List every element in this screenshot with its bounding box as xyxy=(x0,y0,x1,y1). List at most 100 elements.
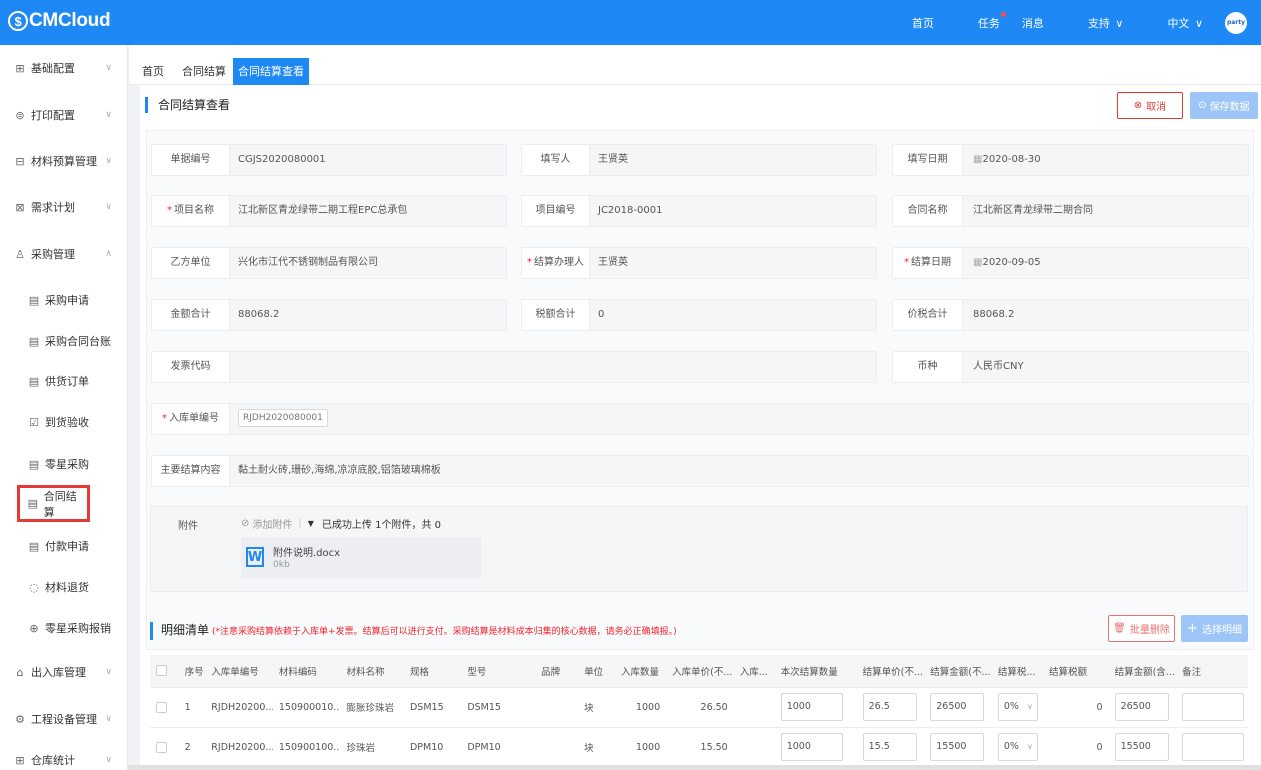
project-no-field[interactable]: 项目编号 JC2018-0001 xyxy=(521,195,877,227)
amount-total-field[interactable]: 金额合计 88068.2 xyxy=(151,299,507,331)
select-detail-button[interactable]: + 选择明细 xyxy=(1181,615,1248,642)
sidebar-item[interactable]: ⊞ 基础配置 ∨ xyxy=(0,53,128,83)
column-header[interactable]: 结算税... xyxy=(991,655,1044,688)
column-header[interactable]: 结算金额(含... xyxy=(1108,655,1177,688)
sidebar-item-label: 出入库管理 xyxy=(31,666,86,679)
party-b-field[interactable]: 乙方单位 兴化市江代不锈钢制品有限公司 xyxy=(151,247,507,279)
column-header[interactable]: 入库单编号 xyxy=(205,655,273,688)
settle-date-field[interactable]: * 结算日期 ▦2020-09-05 xyxy=(892,247,1249,279)
sidebar-item[interactable]: ☑ 到货验收 xyxy=(0,407,128,437)
add-attachment-button[interactable]: 添加附件 xyxy=(252,516,292,531)
top-nav: 首页 任务 消息 支持 ∨ 中文 ∨ party xyxy=(890,0,1247,45)
settle_qty-input[interactable]: 1000 xyxy=(780,733,843,761)
remark-input[interactable] xyxy=(1182,693,1245,721)
tab-home[interactable]: 首页 xyxy=(137,58,169,86)
inbound-no-field[interactable]: * 入库单编号 RJDH2020080001 xyxy=(151,403,1249,435)
tab-contract-settlement-view[interactable]: 合同结算查看 xyxy=(233,58,309,86)
remark-input[interactable] xyxy=(1182,733,1245,761)
sidebar-item[interactable]: ♙ 采购管理 ∧ xyxy=(0,239,128,269)
content-label: 主要结算内容 xyxy=(152,456,230,486)
file-name[interactable]: 附件说明.docx xyxy=(273,544,340,559)
file-card[interactable]: W 附件说明.docx 0kb xyxy=(241,537,481,579)
column-header[interactable]: 单位 xyxy=(578,655,615,688)
sidebar-item[interactable]: ▤ 供货订单 xyxy=(0,366,128,396)
sidebar-item[interactable]: ▤ 付款申请 xyxy=(0,531,128,561)
price-tax-total-field[interactable]: 价税合计 88068.2 xyxy=(892,299,1249,331)
currency-field[interactable]: 币种 人民币CNY xyxy=(892,351,1249,383)
row-checkbox[interactable] xyxy=(156,741,167,753)
avatar[interactable]: party xyxy=(1225,11,1247,34)
column-header[interactable]: 结算金额(不... xyxy=(924,655,992,688)
sidebar-item[interactable]: ◌ 材料退货 xyxy=(0,572,128,602)
settle_amt-input[interactable]: 15500 xyxy=(930,733,985,761)
column-header[interactable]: 型号 xyxy=(461,655,536,688)
tab-contract-settlement[interactable]: 合同结算 xyxy=(177,58,231,86)
save-button[interactable]: ⊙ 保存数据 xyxy=(1190,92,1258,119)
sidebar-item[interactable]: ⊞ 仓库统计 ∨ xyxy=(0,745,128,770)
column-header[interactable]: 序号 xyxy=(178,655,206,688)
column-header[interactable]: 材料编码 xyxy=(272,655,341,688)
cell-qty: 1000 xyxy=(614,687,667,728)
warehouse-icon: ⌂ xyxy=(16,665,24,679)
sidebar-item[interactable]: ▤ 采购合同台账 xyxy=(0,326,128,356)
sidebar-item[interactable]: ▤ 采购申请 xyxy=(0,285,128,315)
required-mark: * xyxy=(527,257,532,268)
contract-name-field[interactable]: 合同名称 江北新区青龙绿带二期合同 xyxy=(892,195,1249,227)
sidebar-item[interactable]: ⚙ 工程设备管理 ∨ xyxy=(0,704,128,734)
content-field[interactable]: 主要结算内容 黏土耐火砖,珊砂,海绵,凉凉底胶,铝箔玻璃棉板 xyxy=(151,455,1249,487)
settle_amt_tax-input[interactable]: 26500 xyxy=(1114,693,1169,721)
cell-settle_price: 26.5 xyxy=(856,687,925,728)
doc-no-label: 单据编号 xyxy=(152,145,230,175)
caret-down-icon[interactable]: ▼ xyxy=(308,519,314,528)
brand-logo[interactable]: $ CMCloud xyxy=(8,10,111,32)
sidebar-item[interactable]: ⊠ 需求计划 ∨ xyxy=(0,192,128,222)
column-header[interactable]: 入库单价(不... xyxy=(666,655,734,688)
sidebar-item[interactable]: ▤ 零星采购 xyxy=(0,449,128,479)
save-label: 保存数据 xyxy=(1209,102,1250,113)
doc-no-field[interactable]: 单据编号 CGJS2020080001 xyxy=(151,144,507,176)
sidebar-item-label: 零星采购报销 xyxy=(45,622,111,635)
nav-home[interactable]: 首页 xyxy=(912,15,934,31)
nav-language-label: 中文 xyxy=(1167,16,1190,30)
sidebar-item[interactable]: ⊟ 材料预算管理 ∨ xyxy=(0,146,128,176)
column-header[interactable]: 材料名称 xyxy=(340,655,404,688)
select-all-checkbox[interactable] xyxy=(156,665,167,677)
settle_price-input[interactable]: 15.5 xyxy=(862,733,917,761)
nav-language[interactable]: 中文 ∨ xyxy=(1145,15,1203,31)
invoice-code-field[interactable]: 发票代码 xyxy=(151,351,877,383)
inbound-no-tag[interactable]: RJDH2020080001 xyxy=(238,409,328,427)
sidebar-item[interactable]: ⊜ 打印配置 ∨ xyxy=(0,100,128,130)
tax-total-field[interactable]: 税额合计 0 xyxy=(521,299,877,331)
settle_amt-input[interactable]: 26500 xyxy=(930,693,985,721)
sidebar-item[interactable]: ⌂ 出入库管理 ∨ xyxy=(0,657,128,687)
column-header[interactable]: 本次结算数量 xyxy=(774,655,857,688)
sidebar-item[interactable]: ▤ 合同结算 xyxy=(17,485,90,522)
tax-rate-select[interactable]: 0% ∨ xyxy=(997,733,1038,761)
row-checkbox[interactable] xyxy=(156,701,167,713)
tax-rate-select[interactable]: 0% ∨ xyxy=(997,693,1038,721)
fill-date-field[interactable]: 填写日期 ▦2020-08-30 xyxy=(892,144,1249,176)
filler-field[interactable]: 填写人 王贤英 xyxy=(521,144,877,176)
cancel-button[interactable]: ⊗ 取消 xyxy=(1117,92,1183,119)
nav-tasks[interactable]: 任务 xyxy=(956,11,1006,31)
batch-delete-button[interactable]: 🗑 批量删除 xyxy=(1108,615,1175,642)
column-header[interactable]: 入库... xyxy=(733,655,775,688)
nav-messages[interactable]: 消息 xyxy=(1022,15,1044,31)
sidebar-item[interactable]: ⊕ 零星采购报销 xyxy=(0,613,128,643)
settle_amt_tax-input[interactable]: 15500 xyxy=(1114,733,1169,761)
cell-settle_amt: 15500 xyxy=(924,727,992,768)
column-header[interactable]: 规格 xyxy=(403,655,462,688)
content-value: 黏土耐火砖,珊砂,海绵,凉凉底胶,铝箔玻璃棉板 xyxy=(238,465,441,476)
column-header[interactable]: 结算税额 xyxy=(1043,655,1109,688)
column-header[interactable]: 备注 xyxy=(1176,655,1248,688)
sidebar-item-label: 采购管理 xyxy=(31,248,75,261)
column-header[interactable]: 结算单价(不... xyxy=(856,655,925,688)
column-header[interactable]: 品牌 xyxy=(535,655,579,688)
handler-field[interactable]: * 结算办理人 王贤英 xyxy=(521,247,877,279)
project-name-field[interactable]: * 项目名称 江北新区青龙绿带二期工程EPC总承包 xyxy=(151,195,507,227)
settle_price-input[interactable]: 26.5 xyxy=(862,693,917,721)
nav-support[interactable]: 支持 ∨ xyxy=(1066,15,1124,31)
settle_qty-input[interactable]: 1000 xyxy=(780,693,843,721)
horizontal-scrollbar[interactable] xyxy=(128,765,1261,770)
column-header[interactable]: 入库数量 xyxy=(614,655,667,688)
